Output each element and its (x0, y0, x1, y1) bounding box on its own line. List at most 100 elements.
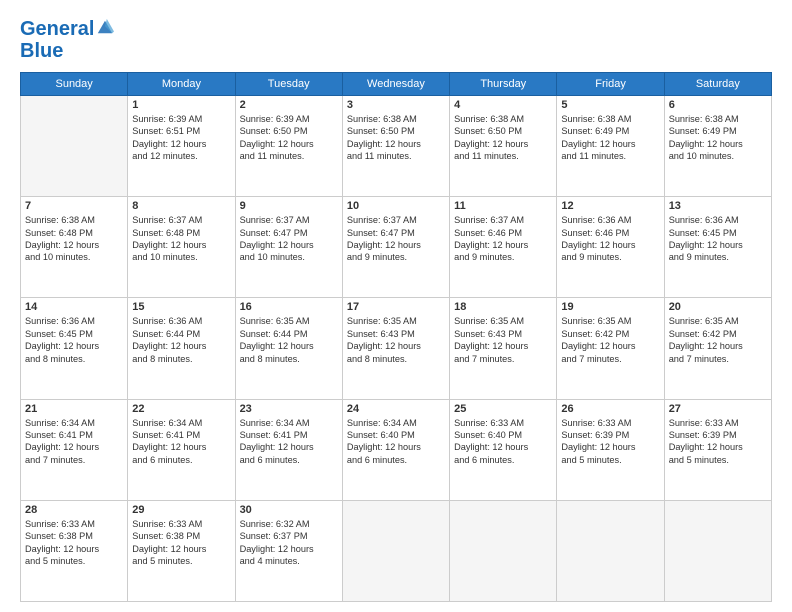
cell-daylight-info: Sunrise: 6:37 AM Sunset: 6:47 PM Dayligh… (240, 214, 338, 264)
cell-daylight-info: Sunrise: 6:36 AM Sunset: 6:45 PM Dayligh… (669, 214, 767, 264)
header: General Blue (20, 18, 772, 62)
cell-daylight-info: Sunrise: 6:33 AM Sunset: 6:39 PM Dayligh… (669, 417, 767, 467)
cell-daylight-info: Sunrise: 6:34 AM Sunset: 6:41 PM Dayligh… (132, 417, 230, 467)
day-number: 15 (132, 301, 230, 313)
cell-daylight-info: Sunrise: 6:33 AM Sunset: 6:38 PM Dayligh… (132, 518, 230, 568)
logo-text-line1: General (20, 18, 94, 40)
cell-daylight-info: Sunrise: 6:39 AM Sunset: 6:50 PM Dayligh… (240, 113, 338, 163)
day-number: 24 (347, 403, 445, 415)
cell-daylight-info: Sunrise: 6:38 AM Sunset: 6:50 PM Dayligh… (454, 113, 552, 163)
day-of-week-header: Tuesday (235, 73, 342, 96)
calendar-cell: 12 Sunrise: 6:36 AM Sunset: 6:46 PM Dayli… (557, 197, 664, 298)
day-of-week-header: Monday (128, 73, 235, 96)
calendar-cell: 10 Sunrise: 6:37 AM Sunset: 6:47 PM Dayli… (342, 197, 449, 298)
calendar-cell: 9 Sunrise: 6:37 AM Sunset: 6:47 PM Daylig… (235, 197, 342, 298)
cell-daylight-info: Sunrise: 6:34 AM Sunset: 6:40 PM Dayligh… (347, 417, 445, 467)
day-number: 16 (240, 301, 338, 313)
calendar-cell: 4 Sunrise: 6:38 AM Sunset: 6:50 PM Daylig… (450, 96, 557, 197)
calendar-cell: 24 Sunrise: 6:34 AM Sunset: 6:40 PM Dayli… (342, 399, 449, 500)
calendar-week-row: 14Sunrise: 6:36 AM Sunset: 6:45 PM Dayli… (21, 298, 772, 399)
calendar-cell: 22 Sunrise: 6:34 AM Sunset: 6:41 PM Dayli… (128, 399, 235, 500)
cell-daylight-info: Sunrise: 6:37 AM Sunset: 6:46 PM Dayligh… (454, 214, 552, 264)
day-number: 22 (132, 403, 230, 415)
calendar-cell: 23Sunrise: 6:34 AM Sunset: 6:41 PM Dayli… (235, 399, 342, 500)
calendar-cell (664, 500, 771, 601)
day-number: 25 (454, 403, 552, 415)
day-number: 21 (25, 403, 123, 415)
day-number: 1 (132, 99, 230, 111)
calendar-cell: 17 Sunrise: 6:35 AM Sunset: 6:43 PM Dayli… (342, 298, 449, 399)
cell-daylight-info: Sunrise: 6:36 AM Sunset: 6:46 PM Dayligh… (561, 214, 659, 264)
cell-daylight-info: Sunrise: 6:38 AM Sunset: 6:49 PM Dayligh… (669, 113, 767, 163)
calendar-cell: 20Sunrise: 6:35 AM Sunset: 6:42 PM Dayli… (664, 298, 771, 399)
calendar-cell: 14Sunrise: 6:36 AM Sunset: 6:45 PM Dayli… (21, 298, 128, 399)
day-number: 8 (132, 200, 230, 212)
day-number: 2 (240, 99, 338, 111)
day-number: 20 (669, 301, 767, 313)
calendar-cell: 15 Sunrise: 6:36 AM Sunset: 6:44 PM Dayli… (128, 298, 235, 399)
day-of-week-header: Sunday (21, 73, 128, 96)
day-number: 10 (347, 200, 445, 212)
calendar-week-row: 7Sunrise: 6:38 AM Sunset: 6:48 PM Daylig… (21, 197, 772, 298)
calendar-cell: 8Sunrise: 6:37 AM Sunset: 6:48 PM Daylig… (128, 197, 235, 298)
cell-daylight-info: Sunrise: 6:35 AM Sunset: 6:43 PM Dayligh… (454, 315, 552, 365)
calendar-cell: 26Sunrise: 6:33 AM Sunset: 6:39 PM Dayli… (557, 399, 664, 500)
day-number: 12 (561, 200, 659, 212)
day-of-week-header: Saturday (664, 73, 771, 96)
calendar-cell: 13 Sunrise: 6:36 AM Sunset: 6:45 PM Dayli… (664, 197, 771, 298)
calendar-cell: 18 Sunrise: 6:35 AM Sunset: 6:43 PM Dayli… (450, 298, 557, 399)
calendar-cell: 11Sunrise: 6:37 AM Sunset: 6:46 PM Dayli… (450, 197, 557, 298)
cell-daylight-info: Sunrise: 6:35 AM Sunset: 6:44 PM Dayligh… (240, 315, 338, 365)
day-number: 3 (347, 99, 445, 111)
cell-daylight-info: Sunrise: 6:34 AM Sunset: 6:41 PM Dayligh… (25, 417, 123, 467)
cell-daylight-info: Sunrise: 6:33 AM Sunset: 6:40 PM Dayligh… (454, 417, 552, 467)
calendar-cell (342, 500, 449, 601)
cell-daylight-info: Sunrise: 6:38 AM Sunset: 6:50 PM Dayligh… (347, 113, 445, 163)
day-number: 19 (561, 301, 659, 313)
page: General Blue SundayMondayTuesdayWednesda… (0, 0, 792, 612)
day-of-week-header: Thursday (450, 73, 557, 96)
day-number: 27 (669, 403, 767, 415)
day-number: 5 (561, 99, 659, 111)
cell-daylight-info: Sunrise: 6:35 AM Sunset: 6:42 PM Dayligh… (561, 315, 659, 365)
day-number: 28 (25, 504, 123, 516)
day-number: 17 (347, 301, 445, 313)
calendar-cell: 28 Sunrise: 6:33 AM Sunset: 6:38 PM Dayli… (21, 500, 128, 601)
day-number: 7 (25, 200, 123, 212)
cell-daylight-info: Sunrise: 6:35 AM Sunset: 6:43 PM Dayligh… (347, 315, 445, 365)
calendar-cell (557, 500, 664, 601)
calendar-cell: 16 Sunrise: 6:35 AM Sunset: 6:44 PM Dayli… (235, 298, 342, 399)
calendar-cell: 5 Sunrise: 6:38 AM Sunset: 6:49 PM Daylig… (557, 96, 664, 197)
calendar-week-row: 21 Sunrise: 6:34 AM Sunset: 6:41 PM Dayli… (21, 399, 772, 500)
calendar-cell: 3 Sunrise: 6:38 AM Sunset: 6:50 PM Daylig… (342, 96, 449, 197)
day-of-week-header: Friday (557, 73, 664, 96)
day-number: 4 (454, 99, 552, 111)
calendar-cell: 30 Sunrise: 6:32 AM Sunset: 6:37 PM Dayli… (235, 500, 342, 601)
logo-text-line2: Blue (20, 40, 114, 62)
day-number: 18 (454, 301, 552, 313)
logo-icon (96, 18, 114, 36)
day-number: 29 (132, 504, 230, 516)
calendar-week-row: 28 Sunrise: 6:33 AM Sunset: 6:38 PM Dayli… (21, 500, 772, 601)
cell-daylight-info: Sunrise: 6:32 AM Sunset: 6:37 PM Dayligh… (240, 518, 338, 568)
cell-daylight-info: Sunrise: 6:36 AM Sunset: 6:44 PM Dayligh… (132, 315, 230, 365)
day-number: 30 (240, 504, 338, 516)
cell-daylight-info: Sunrise: 6:39 AM Sunset: 6:51 PM Dayligh… (132, 113, 230, 163)
calendar-cell: 6 Sunrise: 6:38 AM Sunset: 6:49 PM Daylig… (664, 96, 771, 197)
calendar-cell: 7Sunrise: 6:38 AM Sunset: 6:48 PM Daylig… (21, 197, 128, 298)
cell-daylight-info: Sunrise: 6:38 AM Sunset: 6:49 PM Dayligh… (561, 113, 659, 163)
cell-daylight-info: Sunrise: 6:33 AM Sunset: 6:39 PM Dayligh… (561, 417, 659, 467)
calendar-week-row: 1 Sunrise: 6:39 AM Sunset: 6:51 PM Daylig… (21, 96, 772, 197)
day-number: 23 (240, 403, 338, 415)
cell-daylight-info: Sunrise: 6:36 AM Sunset: 6:45 PM Dayligh… (25, 315, 123, 365)
cell-daylight-info: Sunrise: 6:37 AM Sunset: 6:47 PM Dayligh… (347, 214, 445, 264)
logo: General Blue (20, 18, 114, 62)
cell-daylight-info: Sunrise: 6:33 AM Sunset: 6:38 PM Dayligh… (25, 518, 123, 568)
day-number: 9 (240, 200, 338, 212)
calendar-cell: 21 Sunrise: 6:34 AM Sunset: 6:41 PM Dayli… (21, 399, 128, 500)
calendar-cell (450, 500, 557, 601)
calendar-cell (21, 96, 128, 197)
day-number: 6 (669, 99, 767, 111)
calendar-table: SundayMondayTuesdayWednesdayThursdayFrid… (20, 72, 772, 602)
day-number: 13 (669, 200, 767, 212)
